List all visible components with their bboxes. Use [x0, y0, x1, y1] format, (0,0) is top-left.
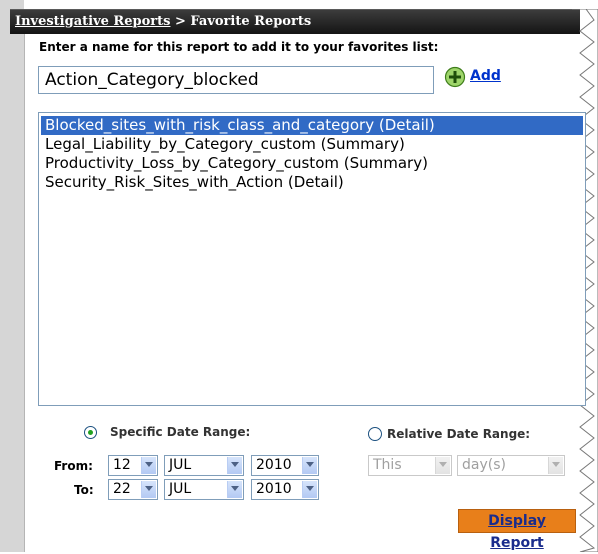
chevron-down-icon — [548, 457, 563, 474]
radio-selected-dot — [88, 430, 93, 435]
favorite-reports-list[interactable]: Blocked_sites_with_risk_class_and_catego… — [38, 112, 586, 406]
specific-date-range-label: Specific Date Range: — [110, 425, 251, 439]
from-month-select[interactable]: JUL — [164, 455, 244, 476]
from-month-value: JUL — [169, 457, 192, 473]
relative-period-select[interactable]: This — [368, 455, 452, 476]
to-year-select[interactable]: 2010 — [251, 479, 319, 500]
from-label: From: — [54, 459, 93, 473]
chevron-down-icon — [141, 481, 156, 498]
relative-date-range-label: Relative Date Range: — [387, 427, 531, 441]
frame-shadow — [0, 0, 24, 552]
breadcrumb-current: Favorite Reports — [190, 14, 312, 29]
chevron-down-icon — [227, 481, 242, 498]
chevron-down-icon — [302, 457, 317, 474]
relative-unit-value: day(s) — [462, 457, 506, 473]
list-item[interactable]: Blocked_sites_with_risk_class_and_catego… — [41, 116, 583, 135]
chevron-down-icon — [302, 481, 317, 498]
from-day-select[interactable]: 12 — [108, 455, 158, 476]
to-month-select[interactable]: JUL — [164, 479, 244, 500]
title-bar: Investigative Reports > Favorite Reports — [10, 9, 580, 34]
from-day-value: 12 — [113, 457, 131, 473]
to-month-value: JUL — [169, 481, 192, 497]
chevron-down-icon — [435, 457, 450, 474]
from-year-value: 2010 — [256, 457, 292, 473]
list-item[interactable]: Productivity_Loss_by_Category_custom (Su… — [41, 154, 583, 173]
list-item[interactable]: Security_Risk_Sites_with_Action (Detail) — [41, 173, 583, 192]
favorites-prompt: Enter a name for this report to add it t… — [39, 40, 439, 54]
from-year-select[interactable]: 2010 — [251, 455, 319, 476]
favorite-name-input[interactable] — [38, 66, 434, 94]
chevron-down-icon — [141, 457, 156, 474]
to-year-value: 2010 — [256, 481, 292, 497]
relative-unit-select[interactable]: day(s) — [457, 455, 565, 476]
add-plus-icon[interactable] — [444, 66, 466, 88]
favorite-reports-panel: Investigative Reports > Favorite Reports… — [0, 0, 598, 552]
chevron-down-icon — [227, 457, 242, 474]
relative-date-range-radio[interactable] — [368, 427, 382, 441]
add-favorite-link[interactable]: Add — [470, 68, 501, 84]
to-label: To: — [74, 483, 94, 497]
breadcrumb: Investigative Reports > Favorite Reports — [15, 14, 311, 29]
to-day-select[interactable]: 22 — [108, 479, 158, 500]
breadcrumb-investigative-reports-link[interactable]: Investigative Reports — [15, 14, 170, 29]
relative-period-value: This — [373, 457, 402, 473]
to-day-value: 22 — [113, 481, 131, 497]
specific-date-range-radio[interactable] — [84, 426, 97, 439]
list-item[interactable]: Legal_Liability_by_Category_custom (Summ… — [41, 135, 583, 154]
breadcrumb-separator: > — [170, 14, 191, 29]
display-report-button[interactable]: Display Report — [458, 509, 576, 551]
